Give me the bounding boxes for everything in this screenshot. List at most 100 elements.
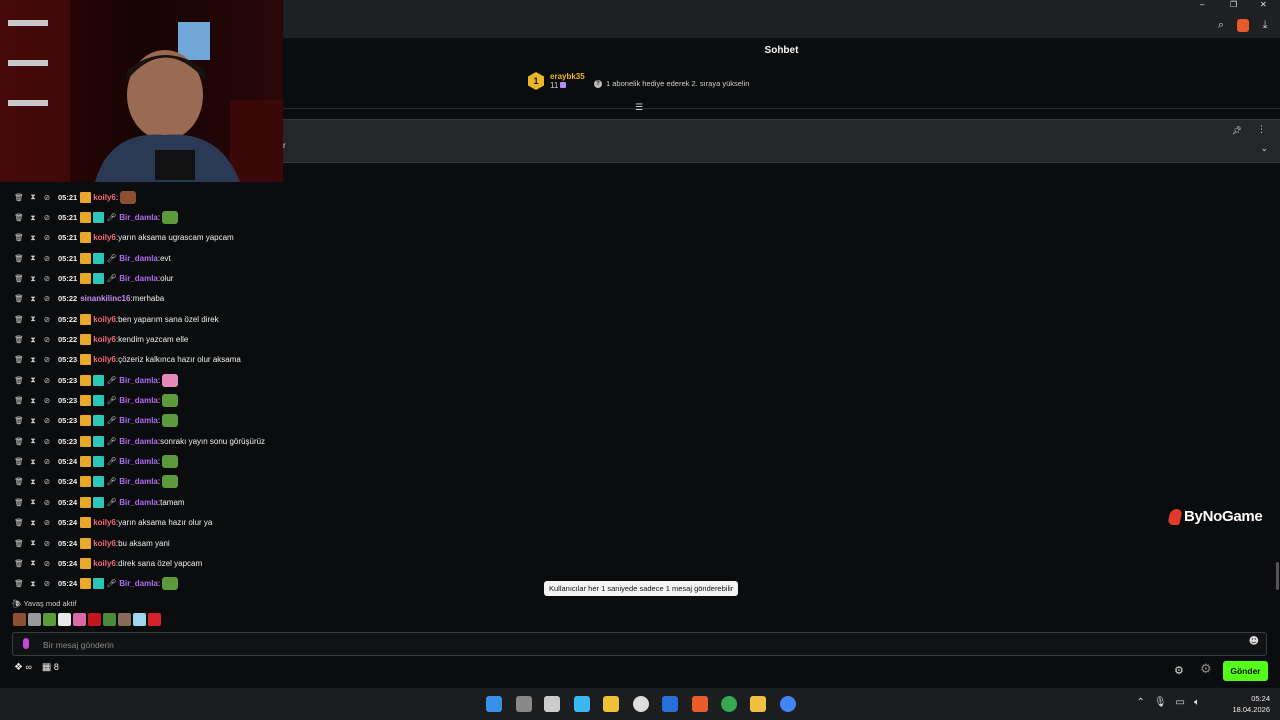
emote-icon[interactable]	[133, 613, 146, 626]
volume-icon[interactable]: 🔈︎	[1194, 697, 1200, 708]
emote-icon[interactable]	[43, 613, 56, 626]
delete-message-icon[interactable]: 🗑︎	[14, 457, 24, 466]
delete-message-icon[interactable]: 🗑︎	[14, 539, 24, 548]
ban-icon[interactable]: ⊘	[42, 437, 52, 446]
windows-start-icon[interactable]	[486, 696, 502, 712]
timeout-icon[interactable]: ⧗	[28, 497, 38, 507]
timeout-icon[interactable]: ⧗	[28, 294, 38, 304]
emote-icon[interactable]	[28, 613, 41, 626]
delete-message-icon[interactable]: 🗑︎	[14, 355, 24, 364]
app-icon[interactable]	[544, 696, 560, 712]
timeout-icon[interactable]: ⧗	[28, 538, 38, 548]
message-username[interactable]: koily6	[93, 559, 116, 568]
points-widget[interactable]: ❖ ∞	[14, 662, 32, 673]
timeout-icon[interactable]: ⧗	[28, 477, 38, 487]
message-username[interactable]: Bir_damla	[119, 477, 158, 486]
message-username[interactable]: koily6	[93, 193, 116, 202]
timeout-icon[interactable]: ⧗	[28, 253, 38, 263]
chevron-down-icon[interactable]: ⌄	[1260, 144, 1268, 154]
timeout-icon[interactable]: ⧗	[28, 558, 38, 568]
delete-message-icon[interactable]: 🗑︎	[14, 477, 24, 486]
timeout-icon[interactable]: ⧗	[28, 233, 38, 243]
delete-message-icon[interactable]: 🗑︎	[14, 254, 24, 263]
timeout-icon[interactable]: ⧗	[28, 416, 38, 426]
brave-icon[interactable]	[692, 696, 708, 712]
timeout-icon[interactable]: ⧗	[28, 518, 38, 528]
settings-gear-icon[interactable]: ⚙	[1174, 664, 1184, 677]
photos-icon[interactable]	[574, 696, 590, 712]
emote-icon[interactable]	[73, 613, 86, 626]
task-view-icon[interactable]	[516, 696, 532, 712]
message-username[interactable]: sinankilinc16	[80, 294, 130, 303]
file-explorer-icon[interactable]	[603, 696, 619, 712]
ban-icon[interactable]: ⊘	[42, 477, 52, 486]
ban-icon[interactable]: ⊘	[42, 376, 52, 385]
close-icon[interactable]: ✕	[1260, 0, 1267, 9]
message-username[interactable]: Bir_damla	[119, 254, 158, 263]
message-username[interactable]: Bir_damla	[119, 376, 158, 385]
network-icon[interactable]: ▭	[1176, 697, 1185, 708]
scrollbar[interactable]	[1276, 562, 1279, 590]
delete-message-icon[interactable]: 🗑︎	[14, 579, 24, 588]
message-username[interactable]: Bir_damla	[119, 579, 158, 588]
delete-message-icon[interactable]: 🗑︎	[14, 274, 24, 283]
ban-icon[interactable]: ⊘	[42, 274, 52, 283]
timeout-icon[interactable]: ⧗	[28, 192, 38, 202]
delete-message-icon[interactable]: 🗑︎	[14, 294, 24, 303]
message-username[interactable]: koily6	[93, 518, 116, 527]
emote-icon[interactable]	[148, 613, 161, 626]
ban-icon[interactable]: ⊘	[42, 335, 52, 344]
ban-icon[interactable]: ⊘	[42, 294, 52, 303]
gift-widget[interactable]: ▦ 8	[42, 662, 59, 673]
brave-shield-icon[interactable]	[1236, 18, 1250, 32]
ban-icon[interactable]: ⊘	[42, 355, 52, 364]
ban-icon[interactable]: ⊘	[42, 213, 52, 222]
delete-message-icon[interactable]: 🗑︎	[14, 437, 24, 446]
ban-icon[interactable]: ⊘	[42, 579, 52, 588]
emote-icon[interactable]	[103, 613, 116, 626]
timeout-icon[interactable]: ⧗	[28, 314, 38, 324]
delete-message-icon[interactable]: 🗑︎	[14, 376, 24, 385]
ban-icon[interactable]: ⊘	[42, 559, 52, 568]
send-button[interactable]: Gönder	[1223, 661, 1268, 681]
delete-message-icon[interactable]: 🗑︎	[14, 416, 24, 425]
steam-icon[interactable]	[662, 696, 678, 712]
ban-icon[interactable]: ⊘	[42, 416, 52, 425]
delete-message-icon[interactable]: 🗑︎	[14, 559, 24, 568]
delete-message-icon[interactable]: 🗑︎	[14, 335, 24, 344]
message-username[interactable]: koily6	[93, 315, 116, 324]
ban-icon[interactable]: ⊘	[42, 498, 52, 507]
emote-icon[interactable]	[13, 613, 26, 626]
emote-icon[interactable]	[58, 613, 71, 626]
message-username[interactable]: koily6	[93, 539, 116, 548]
more-options-icon[interactable]: ⋮	[1257, 125, 1266, 135]
emoji-icon[interactable]: ☻	[1249, 636, 1259, 647]
ban-icon[interactable]: ⊘	[42, 315, 52, 324]
gifter-name[interactable]: eraybk35	[550, 72, 585, 81]
ban-icon[interactable]: ⊘	[42, 254, 52, 263]
message-username[interactable]: Bir_damla	[119, 274, 158, 283]
emote-icon[interactable]	[118, 613, 131, 626]
message-username[interactable]: Bir_damla	[119, 437, 158, 446]
ban-icon[interactable]: ⊘	[42, 457, 52, 466]
message-username[interactable]: Bir_damla	[119, 416, 158, 425]
message-username[interactable]: koily6	[93, 335, 116, 344]
pin-icon[interactable]: 📌︎	[1232, 126, 1242, 135]
timeout-icon[interactable]: ⧗	[28, 579, 38, 589]
message-username[interactable]: koily6	[93, 233, 116, 242]
delete-message-icon[interactable]: 🗑︎	[14, 315, 24, 324]
timeout-icon[interactable]: ⧗	[28, 335, 38, 345]
taskbar-clock[interactable]: 05:24 18.04.2026	[1218, 693, 1270, 715]
maximize-icon[interactable]: ❐	[1230, 0, 1237, 9]
message-username[interactable]: Bir_damla	[119, 396, 158, 405]
download-icon[interactable]: ⤓	[1258, 18, 1272, 32]
minimize-icon[interactable]: –	[1200, 0, 1204, 9]
delete-message-icon[interactable]: 🗑︎	[14, 518, 24, 527]
timeout-icon[interactable]: ⧗	[28, 457, 38, 467]
emote-icon[interactable]	[88, 613, 101, 626]
pinned-message[interactable]: r 📌︎ ⋮ ⌄	[283, 119, 1280, 163]
chat-input-box[interactable]: ☻	[12, 632, 1267, 656]
delete-message-icon[interactable]: 🗑︎	[14, 498, 24, 507]
timeout-icon[interactable]: ⧗	[28, 436, 38, 446]
timeout-icon[interactable]: ⧗	[28, 355, 38, 365]
